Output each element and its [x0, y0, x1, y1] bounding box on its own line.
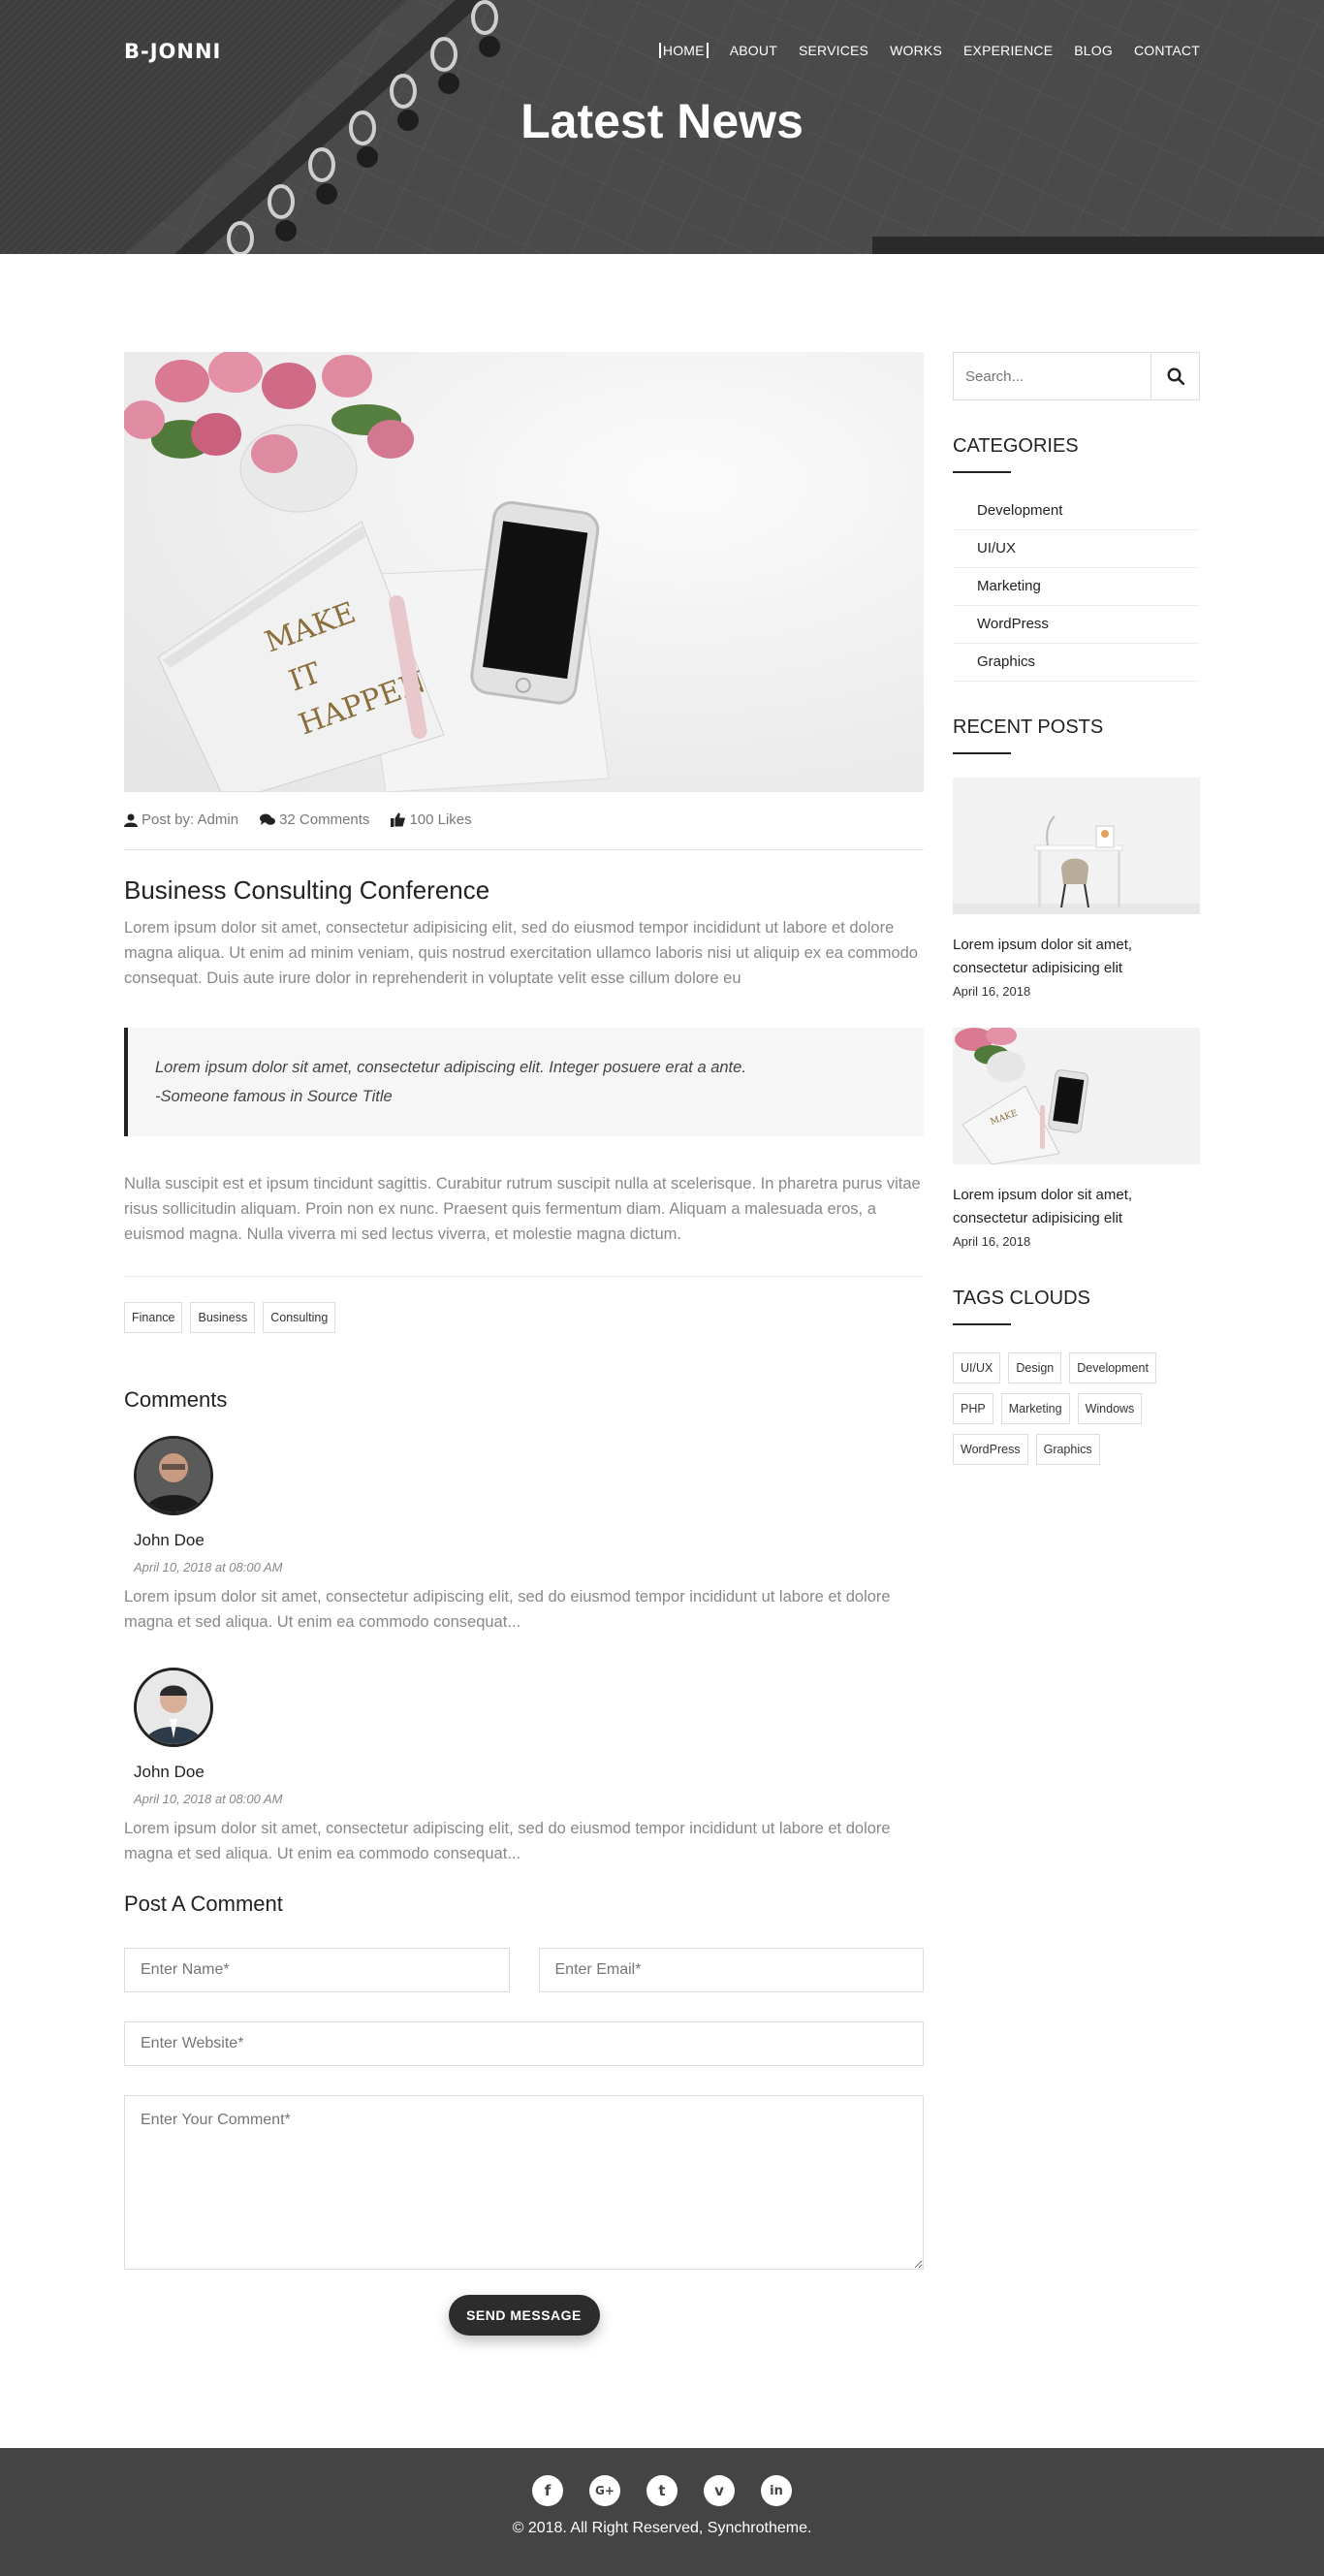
site-footer: f G+ t v in © 2018. All Right Reserved, …: [0, 2448, 1324, 2576]
comment-form: SEND MESSAGE: [124, 1948, 924, 2336]
quote-text: Lorem ipsum dolor sit amet, consectetur …: [155, 1059, 746, 1076]
recent-post-item[interactable]: Lorem ipsum dolor sit amet, consectetur …: [953, 778, 1200, 999]
facebook-icon[interactable]: f: [532, 2475, 563, 2506]
tag-cloud-item[interactable]: Design: [1008, 1352, 1062, 1383]
recent-post-title[interactable]: Lorem ipsum dolor sit amet, consectetur …: [953, 1184, 1200, 1230]
user-icon: [124, 813, 138, 827]
comment-item: John Doe April 10, 2018 at 08:00 AM Lore…: [124, 1668, 924, 1866]
tag-cloud-item[interactable]: UI/UX: [953, 1352, 1001, 1383]
category-item[interactable]: Development: [953, 493, 1200, 530]
site-logo[interactable]: B-JONNI: [124, 40, 221, 63]
recent-posts-heading: RECENT POSTS: [953, 716, 1200, 754]
nav-contact[interactable]: CONTACT: [1134, 43, 1200, 58]
recent-post-item[interactable]: MAKE Lorem ipsum dolor sit amet, consect…: [953, 1028, 1200, 1249]
tag-cloud-item[interactable]: PHP: [953, 1393, 993, 1424]
post-paragraph-2: Nulla suscipit est et ipsum tincidunt sa…: [124, 1171, 924, 1277]
category-item[interactable]: UI/UX: [953, 530, 1200, 568]
comment-form-heading: Post A Comment: [124, 1892, 283, 1916]
search-box: [953, 352, 1200, 400]
post-tag[interactable]: Consulting: [263, 1302, 336, 1333]
name-field[interactable]: [124, 1948, 510, 1992]
tag-cloud-item[interactable]: WordPress: [953, 1434, 1028, 1465]
category-item[interactable]: WordPress: [953, 606, 1200, 644]
top-navbar: B-JONNI HOME ABOUT SERVICES WORKS EXPERI…: [124, 0, 1200, 101]
category-item[interactable]: Graphics: [953, 644, 1200, 682]
post-author-text: Post by: Admin: [142, 811, 239, 828]
post-tags: Finance Business Consulting: [124, 1302, 924, 1333]
avatar: [134, 1436, 213, 1515]
comment-field[interactable]: [124, 2095, 924, 2270]
categories-heading: CATEGORIES: [953, 435, 1200, 473]
featured-image: MAKE IT HAPPEN: [124, 352, 924, 792]
hero-header: B-JONNI HOME ABOUT SERVICES WORKS EXPERI…: [0, 0, 1324, 254]
comment-date: April 10, 2018 at 08:00 AM: [134, 1560, 283, 1574]
post-blockquote: Lorem ipsum dolor sit amet, consectetur …: [124, 1028, 924, 1136]
category-list: Development UI/UX Marketing WordPress Gr…: [953, 493, 1200, 682]
search-button[interactable]: [1151, 353, 1199, 399]
search-input[interactable]: [954, 353, 1151, 399]
nav-experience[interactable]: EXPERIENCE: [963, 43, 1053, 58]
nav-blog[interactable]: BLOG: [1074, 43, 1113, 58]
comments-icon: [260, 813, 276, 825]
sidebar: CATEGORIES Development UI/UX Marketing W…: [953, 352, 1200, 1465]
page-title: Latest News: [520, 94, 804, 148]
post-tag[interactable]: Finance: [124, 1302, 183, 1333]
category-item[interactable]: Marketing: [953, 568, 1200, 606]
nav-services[interactable]: SERVICES: [799, 43, 868, 58]
comment-author: John Doe: [134, 1763, 205, 1781]
copyright-text: © 2018. All Right Reserved, Synchrotheme…: [512, 2520, 812, 2536]
recent-post-title[interactable]: Lorem ipsum dolor sit amet, consectetur …: [953, 934, 1200, 980]
post-likes[interactable]: 100 Likes: [391, 811, 472, 828]
quote-source: -Someone famous in Source Title: [155, 1088, 393, 1105]
recent-post-date: April 16, 2018: [953, 1234, 1031, 1249]
post-author[interactable]: Post by: Admin: [124, 811, 238, 828]
post-comments-count[interactable]: 32 Comments: [260, 811, 369, 828]
post-tag[interactable]: Business: [190, 1302, 256, 1333]
website-field[interactable]: [124, 2021, 924, 2066]
nav-home[interactable]: HOME: [658, 43, 709, 58]
social-links: f G+ t v in: [0, 2475, 1324, 2506]
tags-cloud-heading: TAGS CLOUDS: [953, 1288, 1200, 1325]
comment-item: John Doe April 10, 2018 at 08:00 AM Lore…: [124, 1436, 924, 1635]
vimeo-icon[interactable]: v: [704, 2475, 735, 2506]
tag-cloud-item[interactable]: Marketing: [1000, 1393, 1070, 1424]
main-nav: HOME ABOUT SERVICES WORKS EXPERIENCE BLO…: [658, 43, 1200, 58]
recent-post-thumbnail[interactable]: [953, 778, 1200, 914]
post-paragraph-1: Lorem ipsum dolor sit amet, consectetur …: [124, 919, 918, 987]
comment-date: April 10, 2018 at 08:00 AM: [134, 1792, 283, 1806]
linkedin-icon[interactable]: in: [761, 2475, 792, 2506]
google-plus-icon[interactable]: G+: [589, 2475, 620, 2506]
tag-cloud-item[interactable]: Development: [1069, 1352, 1156, 1383]
post-comments-text: 32 Comments: [279, 811, 370, 828]
comment-text: Lorem ipsum dolor sit amet, consectetur …: [124, 1588, 891, 1631]
nav-about[interactable]: ABOUT: [730, 43, 777, 58]
tag-cloud-item[interactable]: Windows: [1077, 1393, 1143, 1424]
thumbs-up-icon: [391, 812, 406, 827]
comments-heading: Comments: [124, 1387, 228, 1412]
comment-text: Lorem ipsum dolor sit amet, consectetur …: [124, 1820, 891, 1862]
post-likes-text: 100 Likes: [409, 811, 472, 828]
email-field[interactable]: [538, 1948, 924, 1992]
recent-post-date: April 16, 2018: [953, 984, 1031, 999]
recent-post-thumbnail[interactable]: MAKE: [953, 1028, 1200, 1164]
tag-cloud: UI/UX Design Development PHP Marketing W…: [953, 1352, 1200, 1465]
twitter-icon[interactable]: t: [646, 2475, 678, 2506]
comment-author: John Doe: [134, 1531, 205, 1549]
send-message-button[interactable]: SEND MESSAGE: [448, 2295, 600, 2336]
post-content: MAKE IT HAPPEN Post by: Admin 32 Comment…: [124, 352, 924, 2336]
search-icon: [1166, 367, 1184, 385]
post-meta: Post by: Admin 32 Comments 100 Likes: [124, 811, 924, 850]
tag-cloud-item[interactable]: Graphics: [1035, 1434, 1100, 1465]
post-title: Business Consulting Conference: [124, 875, 490, 905]
nav-works[interactable]: WORKS: [890, 43, 942, 58]
avatar: [134, 1668, 213, 1747]
